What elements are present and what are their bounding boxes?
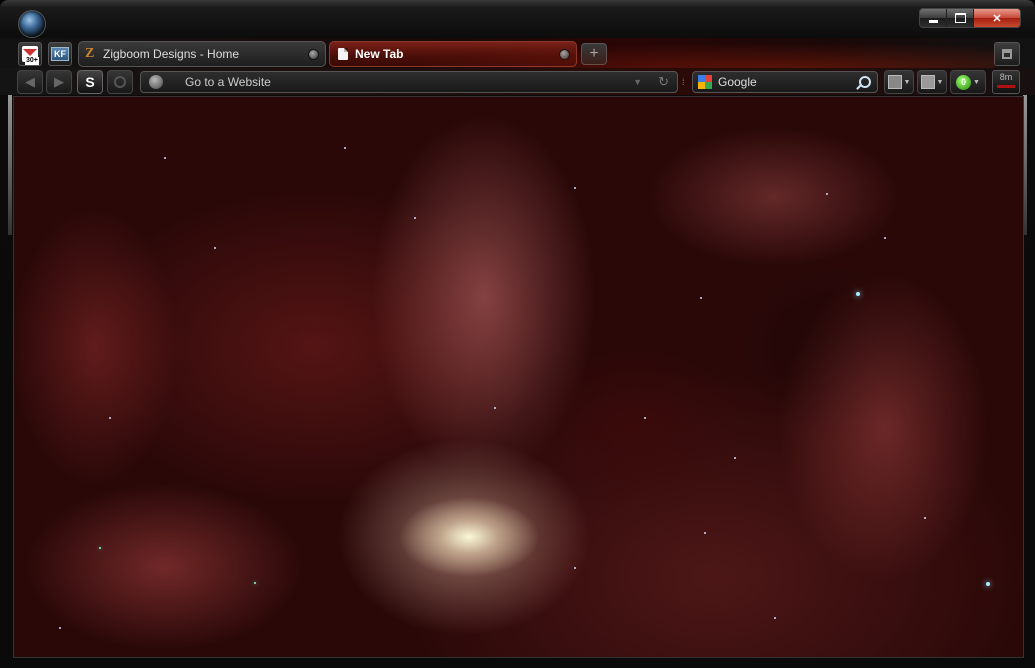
- globe-icon: [149, 75, 163, 89]
- search-engine-label: Google: [718, 75, 757, 89]
- window-controls: ✕: [919, 8, 1021, 28]
- new-tab-button[interactable]: +: [581, 43, 607, 65]
- nebula-star: [924, 517, 926, 519]
- browser-window: ✕ 30+ KF Z Zigboom Designs - Home New Ta…: [0, 0, 1035, 668]
- timer-progress-bar: [997, 85, 1015, 88]
- nebula-star: [344, 147, 346, 149]
- tab-title: New Tab: [355, 47, 404, 61]
- nebula-star: [494, 407, 496, 409]
- nebula-star: [164, 157, 166, 159]
- stop-icon: [114, 76, 126, 88]
- chevron-down-icon: ▼: [936, 78, 944, 86]
- tab-zigboom[interactable]: Z Zigboom Designs - Home: [78, 41, 326, 67]
- puzzle-icon: [920, 75, 935, 89]
- stop-button[interactable]: [107, 70, 133, 94]
- screenshot-icon: [887, 75, 902, 89]
- nebula-star: [734, 457, 736, 459]
- page-icon: [338, 48, 348, 60]
- title-bar: ✕: [0, 0, 1035, 38]
- nebula-star: [414, 217, 416, 219]
- window-frame-left: [8, 95, 12, 235]
- nebula-star: [700, 297, 702, 299]
- google-icon: [698, 75, 712, 89]
- close-button[interactable]: ✕: [974, 9, 1020, 27]
- nebula-star: [856, 292, 860, 296]
- zigboom-favicon-icon: Z: [85, 46, 95, 61]
- reload-icon[interactable]: ↻: [658, 74, 669, 90]
- kf-icon: KF: [51, 47, 69, 61]
- nebula-star: [986, 582, 990, 586]
- tab-title: Zigboom Designs - Home: [103, 47, 240, 61]
- nebula-star: [99, 547, 101, 549]
- timer-label: 8m: [999, 72, 1013, 82]
- tabs-list-icon: [1002, 49, 1012, 59]
- back-button[interactable]: ◀: [17, 70, 43, 94]
- resize-handle-icon[interactable]: ⁞: [682, 77, 685, 87]
- tab-close-icon[interactable]: [559, 48, 570, 60]
- chevron-down-icon: ▼: [903, 78, 911, 86]
- address-placeholder: Go to a Website: [185, 75, 271, 89]
- nebula-star: [214, 247, 216, 249]
- nebula-star: [574, 187, 576, 189]
- search-icon[interactable]: [859, 76, 871, 88]
- nebula-star: [574, 567, 576, 569]
- screenshot-tool-button[interactable]: ▼: [884, 70, 914, 94]
- gmail-notifier-button[interactable]: 30+: [18, 42, 42, 66]
- kf-extension-button[interactable]: KF: [48, 42, 72, 66]
- address-bar[interactable]: Go to a Website ▼ ↻: [140, 71, 678, 93]
- nebula-star: [774, 617, 776, 619]
- navigation-toolbar: ◀ ▶ S Go to a Website ▼ ↻ ⁞ Google ▼ ▼ 0…: [0, 68, 1035, 95]
- nebula-star: [826, 193, 828, 195]
- minimize-button[interactable]: [920, 9, 947, 27]
- counter-tool-button[interactable]: 0 ▼: [950, 70, 986, 94]
- all-tabs-button[interactable]: [994, 42, 1020, 66]
- nebula-star: [59, 627, 61, 629]
- s-extension-button[interactable]: S: [77, 70, 103, 94]
- counter-badge: 0: [956, 74, 972, 90]
- maximize-button[interactable]: [947, 9, 974, 27]
- search-bar[interactable]: Google: [692, 71, 878, 93]
- maximize-icon: [954, 13, 966, 23]
- nebula-star: [704, 532, 706, 534]
- gmail-unread-count: 30+: [25, 57, 39, 65]
- history-dropdown-icon[interactable]: ▼: [633, 77, 642, 87]
- tab-close-icon[interactable]: [308, 48, 319, 60]
- nebula-star: [644, 417, 646, 419]
- minimize-icon: [928, 19, 938, 23]
- nebula-star: [884, 237, 886, 239]
- chevron-down-icon: ▼: [973, 78, 980, 86]
- forward-button[interactable]: ▶: [46, 70, 72, 94]
- nebula-star: [109, 417, 111, 419]
- nebula-star: [254, 582, 256, 584]
- gmail-icon: 30+: [22, 46, 39, 65]
- app-menu-orb-icon[interactable]: [18, 10, 46, 38]
- new-tab-page-background: [13, 96, 1024, 658]
- timer-button[interactable]: 8m: [992, 70, 1020, 94]
- tab-new-tab[interactable]: New Tab: [329, 41, 577, 67]
- tab-strip: 30+ KF Z Zigboom Designs - Home New Tab …: [0, 38, 1035, 68]
- addon-tool-button[interactable]: ▼: [917, 70, 947, 94]
